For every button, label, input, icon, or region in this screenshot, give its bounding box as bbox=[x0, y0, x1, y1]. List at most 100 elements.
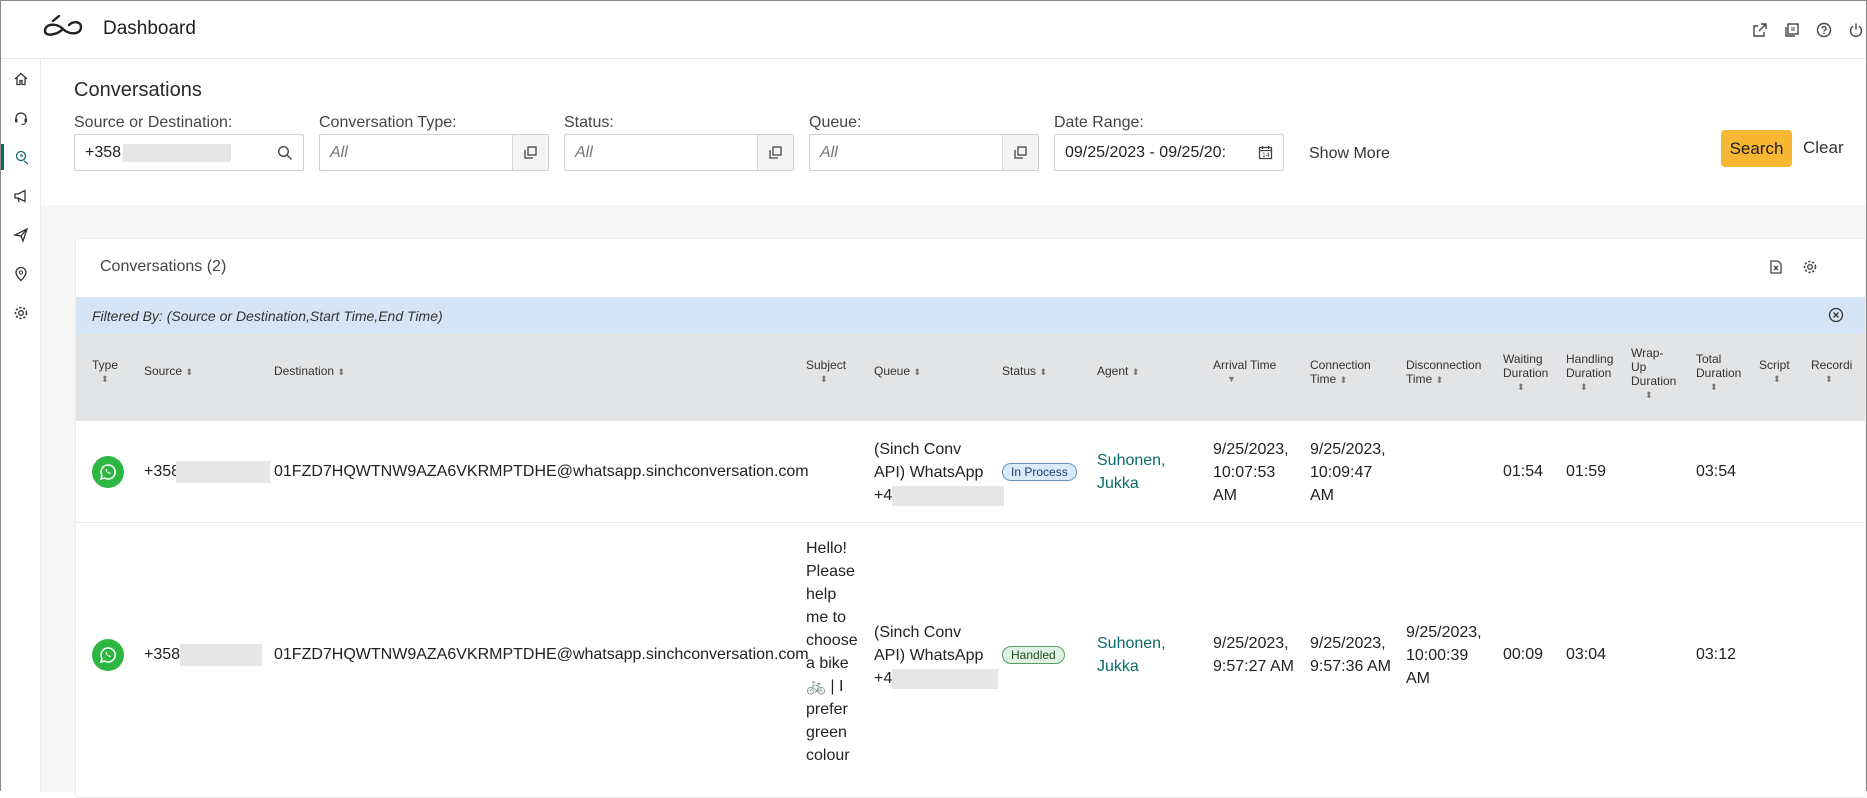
source-value: +358 bbox=[144, 463, 181, 480]
destination-cell: 01FZD7HQWTNW9AZA6VKRMPTDHE@whatsapp.sinc… bbox=[274, 646, 809, 663]
whatsapp-icon bbox=[92, 639, 124, 671]
sidebar-item-locations[interactable] bbox=[1, 261, 41, 287]
arrival-line: AM bbox=[1213, 487, 1237, 504]
sidebar-item-agent[interactable] bbox=[1, 105, 41, 131]
location-icon bbox=[15, 266, 27, 282]
sort-icon[interactable]: ⬍ bbox=[1631, 388, 1676, 402]
queue-select[interactable]: All bbox=[809, 134, 1039, 171]
col-wrapup-label-2: Up bbox=[1631, 360, 1647, 374]
top-bar: Dashboard bbox=[1, 1, 1866, 59]
gear-icon[interactable] bbox=[1802, 259, 1818, 275]
status-label: Status: bbox=[564, 114, 614, 131]
calendar-icon[interactable]: 14 bbox=[1258, 145, 1273, 160]
sidebar-item-outbound[interactable] bbox=[1, 222, 41, 248]
col-connection-label-2: Time bbox=[1310, 372, 1337, 386]
source-cell: +358 bbox=[144, 643, 263, 666]
col-source[interactable]: Source ⬍ bbox=[144, 364, 193, 379]
connection-line: 9:57:36 AM bbox=[1310, 658, 1391, 675]
col-wrapup-duration[interactable]: Wrap- Up Duration ⬍ bbox=[1631, 346, 1676, 402]
sidebar-item-home[interactable] bbox=[1, 66, 41, 92]
table-row[interactable]: +358 01FZD7HQWTNW9AZA6VKRMPTDHE@whatsapp… bbox=[76, 523, 1865, 797]
connection-line: AM bbox=[1310, 487, 1334, 504]
type-label: Conversation Type: bbox=[319, 114, 457, 131]
agent-line: Suhonen, bbox=[1097, 452, 1166, 469]
panel-toolbar bbox=[1768, 259, 1818, 275]
panel-title: Conversations (2) bbox=[100, 258, 227, 275]
search-icon[interactable] bbox=[277, 145, 293, 161]
arrival-line: 9:57:27 AM bbox=[1213, 658, 1294, 675]
col-destination[interactable]: Destination ⬍ bbox=[274, 364, 345, 379]
sort-icon[interactable]: ⬍ bbox=[1340, 375, 1348, 385]
sort-icon[interactable]: ⬍ bbox=[1759, 372, 1790, 386]
queue-line: (Sinch Conv bbox=[874, 441, 962, 458]
subject-line: choose bbox=[806, 632, 858, 649]
sidebar-item-conversations[interactable] bbox=[1, 144, 41, 170]
col-status[interactable]: Status ⬍ bbox=[1002, 364, 1047, 379]
col-wrapup-label-3: Duration bbox=[1631, 374, 1677, 388]
status-select[interactable]: All bbox=[564, 134, 794, 171]
table-row[interactable]: +358 01FZD7HQWTNW9AZA6VKRMPTDHE@whatsapp… bbox=[76, 421, 1865, 523]
date-range-label: Date Range: bbox=[1054, 114, 1144, 131]
redacted-mask bbox=[123, 143, 232, 162]
sort-icon[interactable]: ⬍ bbox=[913, 367, 921, 377]
col-arrival-time[interactable]: Arrival Time ▼ bbox=[1213, 358, 1276, 386]
disconnection-line: AM bbox=[1406, 670, 1430, 687]
sidebar-item-settings[interactable] bbox=[1, 300, 41, 326]
svg-text:14: 14 bbox=[1262, 152, 1270, 159]
col-total-duration[interactable]: Total Duration ⬍ bbox=[1696, 352, 1741, 394]
sort-icon[interactable]: ⬍ bbox=[1696, 380, 1741, 394]
status-badge: In Process bbox=[1002, 463, 1077, 481]
col-connection-label: Connection bbox=[1310, 358, 1371, 372]
sort-icon[interactable]: ⬍ bbox=[185, 367, 193, 377]
power-icon[interactable] bbox=[1846, 20, 1866, 40]
sort-icon[interactable]: ⬍ bbox=[1436, 375, 1444, 385]
sort-icon[interactable]: ⬍ bbox=[337, 367, 345, 377]
popup-icon bbox=[524, 146, 537, 159]
search-button[interactable]: Search bbox=[1721, 130, 1792, 167]
source-input[interactable]: +358 bbox=[74, 134, 304, 171]
connection-cell: 9/25/2023, 10:09:47 AM bbox=[1310, 438, 1386, 507]
help-icon[interactable] bbox=[1814, 20, 1834, 40]
handling-cell: 01:59 bbox=[1566, 463, 1607, 480]
col-agent[interactable]: Agent ⬍ bbox=[1097, 364, 1139, 379]
date-range-input[interactable]: 09/25/2023 - 09/25/20: 14 bbox=[1054, 134, 1284, 171]
sidebar-item-campaigns[interactable] bbox=[1, 183, 41, 209]
source-label: Source or Destination: bbox=[74, 114, 233, 131]
notes-icon[interactable] bbox=[1782, 20, 1802, 40]
queue-line: +4 bbox=[874, 487, 893, 504]
agent-link[interactable]: Suhonen, Jukka bbox=[1097, 449, 1166, 495]
col-subject[interactable]: Subject ⬍ bbox=[806, 358, 846, 386]
close-icon[interactable] bbox=[1828, 307, 1844, 323]
sort-desc-icon[interactable]: ▼ bbox=[1213, 372, 1276, 386]
sort-icon[interactable]: ⬍ bbox=[806, 372, 846, 386]
conversations-icon bbox=[15, 150, 28, 165]
col-queue[interactable]: Queue ⬍ bbox=[874, 364, 921, 379]
col-type[interactable]: Type ⬍ bbox=[92, 358, 118, 386]
show-more-link[interactable]: Show More bbox=[1309, 145, 1390, 163]
col-recording[interactable]: Recordi ⬍ bbox=[1811, 358, 1852, 386]
col-waiting-duration[interactable]: Waiting Duration ⬍ bbox=[1503, 352, 1548, 394]
col-disconnection-label-2: Time bbox=[1406, 372, 1433, 386]
type-select[interactable]: All bbox=[319, 134, 549, 171]
redacted-mask bbox=[176, 460, 271, 483]
sort-icon[interactable]: ⬍ bbox=[1039, 367, 1047, 377]
type-picker-button[interactable] bbox=[512, 135, 548, 170]
col-handling-duration[interactable]: Handling Duration ⬍ bbox=[1566, 352, 1613, 394]
external-link-icon[interactable] bbox=[1750, 20, 1770, 40]
export-icon[interactable] bbox=[1768, 259, 1784, 275]
sort-icon[interactable]: ⬍ bbox=[1503, 380, 1548, 394]
sort-icon[interactable]: ⬍ bbox=[1566, 380, 1613, 394]
sort-icon[interactable]: ⬍ bbox=[1132, 367, 1140, 377]
clear-button[interactable]: Clear bbox=[1803, 138, 1844, 158]
status-picker-button[interactable] bbox=[757, 135, 793, 170]
col-script[interactable]: Script ⬍ bbox=[1759, 358, 1790, 386]
col-connection-time[interactable]: Connection Time ⬍ bbox=[1310, 358, 1371, 387]
col-disconnection-time[interactable]: Disconnection Time ⬍ bbox=[1406, 358, 1481, 387]
connection-line: 10:09:47 bbox=[1310, 464, 1373, 481]
sort-icon[interactable]: ⬍ bbox=[92, 372, 118, 386]
arrival-cell: 9/25/2023, 9:57:27 AM bbox=[1213, 632, 1294, 678]
agent-link[interactable]: Suhonen, Jukka bbox=[1097, 632, 1166, 678]
queue-picker-button[interactable] bbox=[1002, 135, 1038, 170]
sort-icon[interactable]: ⬍ bbox=[1811, 372, 1852, 386]
col-queue-label: Queue bbox=[874, 364, 911, 378]
